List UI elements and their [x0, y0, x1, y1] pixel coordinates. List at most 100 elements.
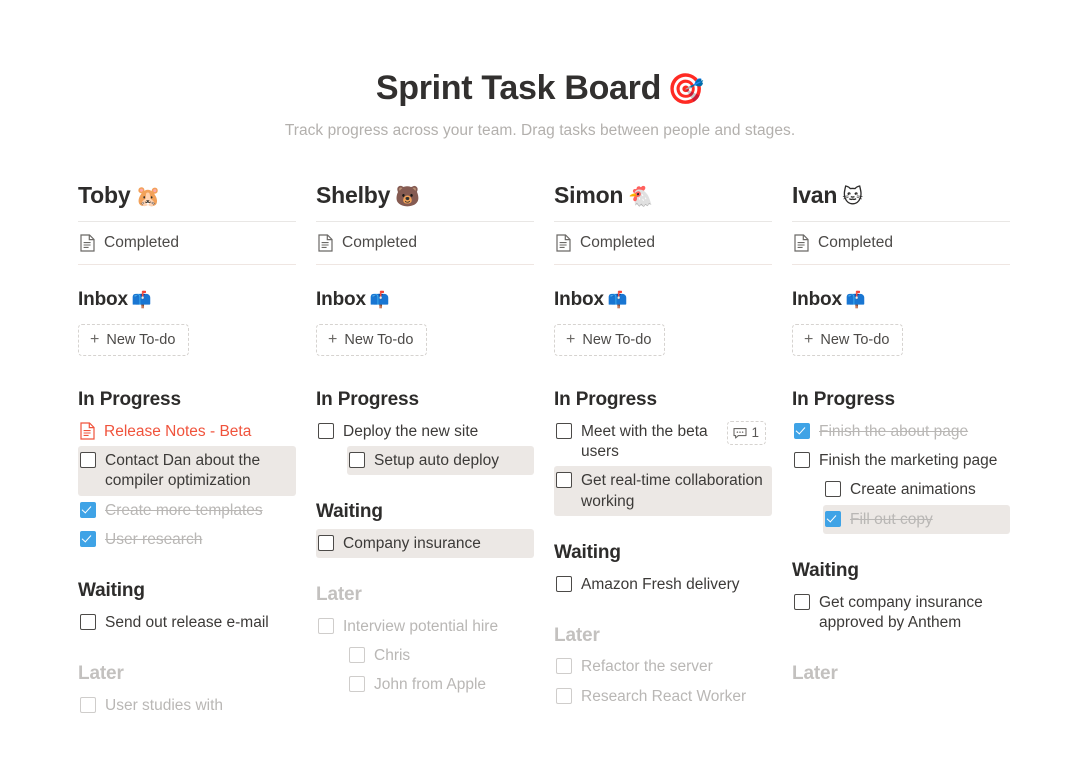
inbox-title: Inbox 📫 — [792, 289, 1010, 311]
task-checkbox-checked[interactable] — [80, 530, 96, 547]
comment-icon — [733, 427, 748, 439]
task-label: John from Apple — [374, 676, 487, 694]
completed-link[interactable]: Completed — [78, 222, 296, 264]
stage-later: Later — [792, 663, 1010, 685]
task-item[interactable]: Create animations — [823, 475, 1010, 504]
new-todo-button[interactable]: + New To-do — [316, 324, 428, 357]
task-checkbox[interactable] — [318, 535, 334, 552]
stage-title: Waiting — [554, 541, 621, 563]
task-label: Meet with the beta users — [581, 423, 708, 461]
new-todo-button[interactable]: + New To-do — [78, 324, 190, 357]
task-checkbox[interactable] — [556, 575, 572, 592]
person-name: Shelby 🐻 — [316, 182, 534, 209]
new-todo-button[interactable]: + New To-do — [792, 324, 904, 357]
task-checkbox[interactable] — [794, 452, 810, 469]
page-subtitle: Track progress across your team. Drag ta… — [284, 122, 796, 140]
divider — [554, 264, 772, 266]
task-checkbox[interactable] — [349, 676, 365, 693]
task-list: Meet with the beta users 1 Get real-time c… — [554, 417, 772, 516]
task-checkbox[interactable] — [80, 452, 96, 469]
task-item[interactable]: User studies with — [78, 691, 296, 720]
task-item[interactable]: Interview potential hire — [316, 612, 534, 641]
task-label: Release Notes - Beta — [104, 423, 252, 441]
task-checkbox[interactable] — [556, 423, 572, 440]
completed-label: Completed — [818, 234, 893, 252]
task-checkbox[interactable] — [556, 472, 572, 489]
task-item[interactable]: Research React Worker — [554, 682, 772, 711]
task-label: User research — [105, 530, 203, 548]
task-list: Deploy the new site Setup auto deploy — [316, 417, 534, 476]
task-checkbox[interactable] — [349, 452, 365, 469]
task-checkbox[interactable] — [556, 658, 572, 675]
task-checkbox[interactable] — [318, 618, 334, 635]
task-checkbox[interactable] — [825, 481, 841, 498]
task-item[interactable]: Finish the marketing page — [792, 446, 1010, 475]
task-list: Refactor the server Research React Worker — [554, 652, 772, 710]
page-title: Sprint Task Board 🎯 — [0, 68, 1080, 108]
stage-title: In Progress — [792, 389, 895, 411]
task-item[interactable]: Fill out copy — [823, 504, 1010, 534]
mailbox-icon: 📫 — [131, 292, 152, 310]
stage-title: Later — [78, 662, 124, 684]
stage-later: Later Interview potential hire Chris John f… — [316, 584, 534, 699]
inbox-title: Inbox 📫 — [554, 289, 772, 311]
inbox-title: Inbox 📫 — [316, 289, 534, 311]
task-item[interactable]: Get company insurance approved by Anthem — [792, 588, 1010, 637]
task-item[interactable]: Setup auto deploy — [347, 446, 534, 476]
task-item[interactable]: Release Notes - Beta — [78, 417, 296, 446]
mailbox-icon: 📫 — [845, 292, 866, 310]
task-item[interactable]: Contact Dan about the compiler optimizat… — [78, 446, 296, 496]
task-item[interactable]: Meet with the beta users 1 — [554, 417, 772, 466]
task-item[interactable]: Amazon Fresh delivery — [554, 570, 772, 599]
task-checkbox-checked[interactable] — [80, 501, 96, 518]
stage-title: Waiting — [792, 559, 859, 581]
task-label: Company insurance — [343, 535, 481, 553]
task-checkbox-checked[interactable] — [794, 423, 810, 440]
task-item[interactable]: Send out release e-mail — [78, 608, 296, 637]
stage-title: Later — [792, 662, 838, 684]
plus-icon: + — [566, 331, 576, 349]
task-item[interactable]: Refactor the server — [554, 652, 772, 681]
stage-in_progress: In Progress Deploy the new site Setup auto… — [316, 389, 534, 476]
comment-count-badge[interactable]: 1 — [727, 421, 766, 445]
completed-label: Completed — [104, 234, 179, 252]
task-item[interactable]: User research — [78, 525, 296, 554]
stage-title: In Progress — [78, 389, 181, 411]
task-item[interactable]: Create more templates — [78, 496, 296, 525]
task-item[interactable]: Finish the about page — [792, 417, 1010, 446]
person-avatar-emoji: 🐻 — [395, 186, 420, 209]
task-checkbox[interactable] — [556, 687, 572, 704]
inbox-title: Inbox 📫 — [78, 289, 296, 311]
task-item[interactable]: Get real-time collaboration working — [554, 466, 772, 516]
task-checkbox[interactable] — [349, 647, 365, 664]
stage-title: Waiting — [316, 501, 383, 523]
task-checkbox-checked[interactable] — [825, 510, 841, 527]
task-label: User studies with — [105, 696, 224, 714]
mailbox-icon: 📫 — [607, 292, 628, 310]
task-item[interactable]: John from Apple — [347, 670, 534, 699]
inbox-section: Inbox 📫 + New To-do — [792, 289, 1010, 357]
new-todo-button[interactable]: + New To-do — [554, 324, 666, 357]
divider — [316, 264, 534, 266]
completed-link[interactable]: Completed — [554, 222, 772, 264]
inbox-title-text: Inbox — [78, 289, 128, 311]
task-checkbox[interactable] — [794, 593, 810, 610]
task-checkbox[interactable] — [80, 696, 96, 713]
task-item[interactable]: Deploy the new site — [316, 417, 534, 446]
person-name-text: Simon — [554, 182, 624, 209]
completed-link[interactable]: Completed — [316, 222, 534, 264]
new-todo-label: New To-do — [344, 332, 414, 349]
task-list: Release Notes - Beta Contact Dan about th… — [78, 417, 296, 554]
document-icon — [318, 234, 333, 253]
stage-waiting: Waiting Get company insurance approved by… — [792, 560, 1010, 637]
task-label: Get real-time collaboration working — [581, 472, 763, 510]
task-list: Interview potential hire Chris John from A… — [316, 612, 534, 699]
task-list: Finish the about page Finish the marketin… — [792, 417, 1010, 534]
task-item[interactable]: Company insurance — [316, 529, 534, 559]
task-checkbox[interactable] — [80, 613, 96, 630]
completed-link[interactable]: Completed — [792, 222, 1010, 264]
task-checkbox[interactable] — [318, 423, 334, 440]
inbox-title-text: Inbox — [792, 289, 842, 311]
task-list: Company insurance — [316, 529, 534, 559]
task-item[interactable]: Chris — [347, 641, 534, 670]
